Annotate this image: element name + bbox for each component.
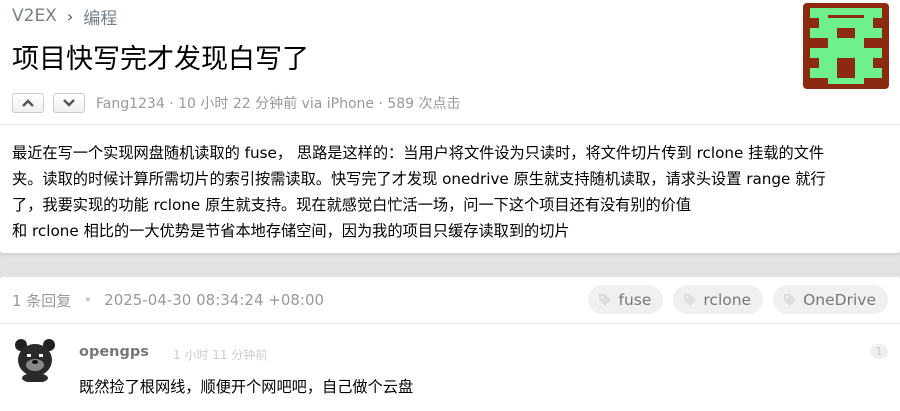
topic-meta-info: · 10 小时 22 分钟前 via iPhone · 589 次点击	[164, 96, 461, 112]
downvote-button[interactable]	[53, 93, 85, 113]
reply-avatar[interactable]	[12, 336, 58, 382]
chevron-down-icon	[63, 99, 75, 107]
topic-title: 项目快写完才发现白写了	[12, 44, 309, 75]
content-line: 夹。读取的时候计算所需切片的索引按需读取。快写完了才发现 onedrive 原生…	[12, 170, 826, 188]
author-avatar[interactable]	[803, 3, 889, 89]
breadcrumb: V2EX › 编程	[12, 4, 117, 29]
tag-rclone[interactable]: rclone	[673, 285, 764, 314]
content-line: 和 rclone 相比的一大优势是节省本地存储空间，因为我的项目只缓存读取到的切…	[12, 222, 570, 240]
topic-box: V2EX › 编程 项目快写完才发现白写了 Fang1234 · 10 小时 2…	[0, 0, 900, 253]
replies-header: 1 条回复 • 2025-04-30 08:34:24 +08:00	[12, 290, 324, 310]
last-reply-timestamp: 2025-04-30 08:34:24 +08:00	[104, 291, 325, 309]
chevron-up-icon	[22, 99, 34, 107]
tag-icon	[599, 293, 612, 306]
breadcrumb-site-link[interactable]: V2EX	[12, 6, 57, 26]
tag-label: rclone	[703, 290, 752, 309]
separator-dot: •	[83, 291, 93, 309]
tag-fuse[interactable]: fuse	[588, 285, 664, 314]
tag-label: fuse	[618, 290, 652, 309]
breadcrumb-node-link[interactable]: 编程	[83, 4, 117, 29]
reply-number-badge: 1	[870, 344, 888, 359]
tag-label: OneDrive	[803, 290, 876, 309]
divider	[0, 323, 900, 324]
content-line: 了，我要实现的功能 rclone 原生就支持。现在就感觉白忙活一场，问一下这个项…	[12, 196, 692, 214]
tag-icon	[784, 293, 797, 306]
topic-author-link[interactable]: Fang1234	[96, 96, 165, 112]
tag-onedrive[interactable]: OneDrive	[773, 285, 888, 314]
reply-author-link[interactable]: opengps	[79, 344, 149, 360]
tag-icon	[684, 293, 697, 306]
reply-count: 1 条回复	[12, 291, 72, 310]
reply-time: 1 小时 11 分钟前	[173, 348, 268, 362]
divider	[0, 124, 900, 125]
content-line: 最近在写一个实现网盘随机读取的 fuse， 思路是这样的：当用户将文件设为只读时…	[12, 144, 825, 162]
reply-content: 既然捡了根网线，顺便开个网吧吧，自己做个云盘	[79, 378, 414, 396]
upvote-button[interactable]	[12, 93, 44, 113]
topic-content: 最近在写一个实现网盘随机读取的 fuse， 思路是这样的：当用户将文件设为只读时…	[12, 140, 888, 244]
topic-meta: Fang1234 · 10 小时 22 分钟前 via iPhone · 589…	[12, 92, 461, 114]
breadcrumb-separator: ›	[66, 6, 74, 26]
tag-list: fuse rclone OneDrive	[588, 285, 888, 314]
